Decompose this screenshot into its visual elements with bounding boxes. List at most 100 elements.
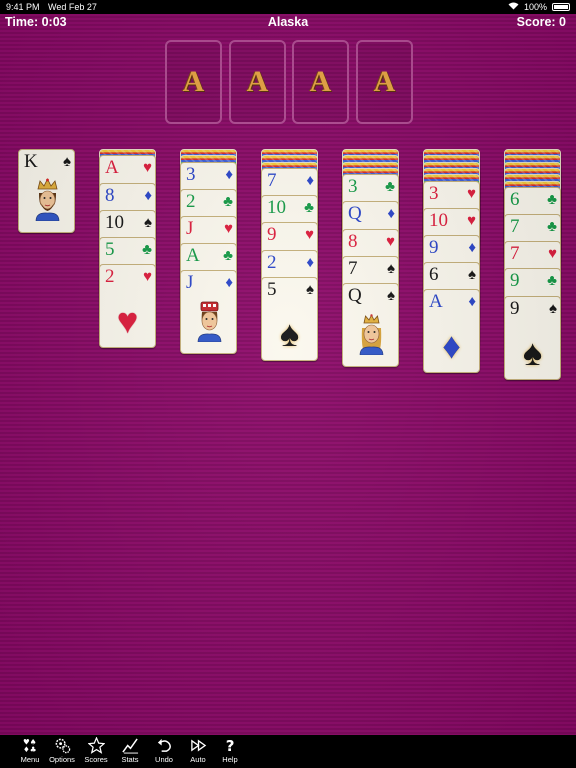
card-rank: 7: [348, 257, 358, 279]
card-rank: A: [105, 157, 119, 179]
diamond-icon: ♦: [387, 205, 395, 223]
card-rank: 6: [510, 188, 520, 210]
toolbar-auto-button[interactable]: Auto: [181, 736, 215, 767]
spade-icon: ♠: [549, 299, 557, 317]
card-rank: K: [24, 151, 38, 172]
game-title: Alaska: [267, 15, 309, 29]
club-icon: ♣: [142, 240, 152, 258]
menu-suits-icon: ♥♠ ♦♣: [13, 736, 47, 755]
card-rank: 8: [105, 184, 115, 206]
heart-icon: ♥: [467, 211, 476, 229]
diamond-icon: ♦: [225, 165, 233, 183]
card-rank: 3: [429, 182, 439, 204]
tableau-card[interactable]: A ♦ ♦: [423, 289, 480, 374]
club-icon: ♣: [547, 190, 557, 208]
big-diamond-icon: ♦: [442, 325, 461, 367]
king-portrait-icon: [31, 177, 64, 222]
card-rank: 5: [105, 238, 115, 260]
wifi-icon: [508, 0, 519, 14]
card-rank: 9: [510, 270, 520, 292]
card-rank: Q: [348, 285, 362, 306]
foundation-slot-2[interactable]: A: [229, 40, 286, 124]
tableau-card[interactable]: 2 ♥ ♥: [99, 264, 156, 349]
spade-icon: ♠: [63, 153, 71, 170]
jack-portrait-icon: [193, 298, 226, 343]
heart-icon: ♥: [305, 226, 314, 244]
chart-icon: [113, 736, 147, 755]
undo-icon: [147, 736, 181, 755]
heart-icon: ♥: [143, 268, 152, 286]
queen-portrait-icon: [355, 311, 388, 356]
fast-forward-icon: [181, 736, 215, 755]
toolbar-label: Options: [49, 755, 75, 764]
heart-icon: ♥: [548, 245, 557, 263]
card-rank: 7: [510, 243, 520, 265]
toolbar-label: Auto: [190, 755, 206, 764]
svg-text:?: ?: [225, 737, 234, 754]
foundation-ace-label: A: [309, 65, 332, 98]
toolbar-scores-button[interactable]: Scores: [79, 736, 113, 767]
heart-icon: ♥: [224, 220, 233, 237]
card-rank: 3: [348, 176, 358, 198]
card-rank: 2: [186, 190, 196, 212]
foundation-ace-label: A: [182, 65, 205, 98]
heart-icon: ♥: [386, 232, 395, 250]
gears-icon: [45, 736, 79, 755]
spade-icon: ♠: [387, 259, 395, 277]
toolbar-menu-button[interactable]: ♥♠ ♦♣ Menu: [13, 736, 47, 767]
card-rank: 10: [429, 209, 448, 231]
status-bar: 9:41 PM Wed Feb 27 100%: [0, 0, 576, 14]
toolbar-label: Scores: [84, 755, 108, 764]
foundation-ace-label: A: [373, 65, 396, 98]
card-rank: 6: [429, 264, 439, 286]
card-rank: 9: [510, 297, 520, 319]
card-rank: 2: [267, 251, 277, 273]
battery-icon: [552, 3, 570, 11]
card-rank: 7: [267, 169, 277, 191]
spade-icon: ♠: [468, 266, 476, 284]
toolbar-options-button[interactable]: Options: [45, 736, 79, 767]
card-rank: J: [186, 218, 194, 239]
waste-card[interactable]: K ♠: [18, 149, 75, 233]
toolbar-undo-button[interactable]: Undo: [147, 736, 181, 767]
toolbar-stats-button[interactable]: Stats: [113, 736, 147, 767]
toolbar-label: Stats: [121, 755, 139, 764]
card-rank: 9: [267, 224, 277, 246]
foundation-slot-3[interactable]: A: [292, 40, 349, 124]
big-spade-icon: ♠: [522, 331, 543, 373]
diamond-icon: ♦: [306, 253, 314, 271]
club-icon: ♣: [547, 218, 557, 235]
tableau-card[interactable]: Q ♠: [342, 283, 399, 367]
spade-icon: ♠: [144, 213, 152, 231]
card-rank: 5: [267, 278, 277, 300]
card-rank: 7: [510, 216, 520, 237]
card-rank: 8: [348, 230, 358, 252]
toolbar-help-button[interactable]: ? Help: [213, 736, 247, 767]
card-rank: 10: [105, 211, 124, 233]
diamond-icon: ♦: [468, 238, 476, 256]
toolbar-label: Undo: [155, 755, 173, 764]
card-rank: 2: [105, 266, 115, 288]
heart-icon: ♥: [467, 184, 476, 202]
foundation-slot-1[interactable]: A: [165, 40, 222, 124]
status-date: Wed Feb 27: [48, 2, 97, 12]
tableau-card[interactable]: 5 ♠ ♠: [261, 276, 318, 361]
card-rank: 10: [267, 197, 286, 219]
question-icon: ?: [213, 736, 247, 755]
spade-icon: ♠: [387, 287, 395, 304]
diamond-icon: ♦: [144, 186, 152, 204]
foundation-slot-4[interactable]: A: [356, 40, 413, 124]
spade-icon: ♠: [306, 280, 314, 298]
tableau-card[interactable]: 9 ♠ ♠: [504, 295, 561, 380]
game-screen: 9:41 PM Wed Feb 27 100% Time: 0:03 Alask…: [0, 0, 576, 768]
big-spade-icon: ♠: [279, 312, 300, 354]
score: Score: 0: [516, 15, 566, 29]
club-icon: ♣: [223, 192, 233, 210]
club-icon: ♣: [547, 272, 557, 290]
diamond-icon: ♦: [468, 293, 476, 311]
tableau-card[interactable]: J ♦: [180, 270, 237, 355]
club-icon: ♣: [385, 178, 395, 196]
card-rank: 9: [429, 236, 439, 258]
big-heart-icon: ♥: [116, 300, 139, 342]
status-time: 9:41 PM: [6, 2, 40, 12]
